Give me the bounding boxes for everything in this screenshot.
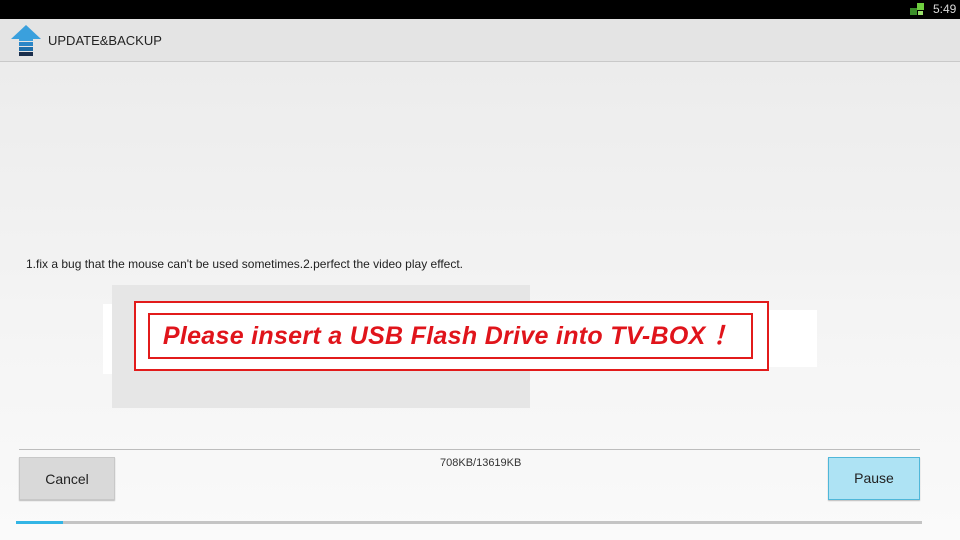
usb-warning-toast: Please insert a USB Flash Drive into TV-… xyxy=(134,301,769,371)
dialog-edge-right xyxy=(767,310,817,367)
usb-warning-frame: Please insert a USB Flash Drive into TV-… xyxy=(148,313,753,359)
clock: 5:49 xyxy=(933,2,957,16)
action-bar: UPDATE&BACKUP xyxy=(0,19,960,62)
download-progress-text: 708KB/13619KB xyxy=(440,457,522,469)
progress-bar xyxy=(16,521,922,524)
network-icon xyxy=(910,3,924,15)
app-title: UPDATE&BACKUP xyxy=(48,33,162,48)
divider xyxy=(19,449,920,450)
update-notes: 1.fix a bug that the mouse can't be used… xyxy=(26,257,463,271)
dialog-edge-left xyxy=(103,304,112,374)
usb-warning-message: Please insert a USB Flash Drive into TV-… xyxy=(162,322,739,350)
progress-bar-fill xyxy=(16,521,64,524)
cancel-button[interactable]: Cancel xyxy=(19,457,115,500)
pause-button[interactable]: Pause xyxy=(828,457,920,500)
update-arrow-icon xyxy=(11,25,41,56)
status-bar: 5:49 xyxy=(0,0,960,19)
